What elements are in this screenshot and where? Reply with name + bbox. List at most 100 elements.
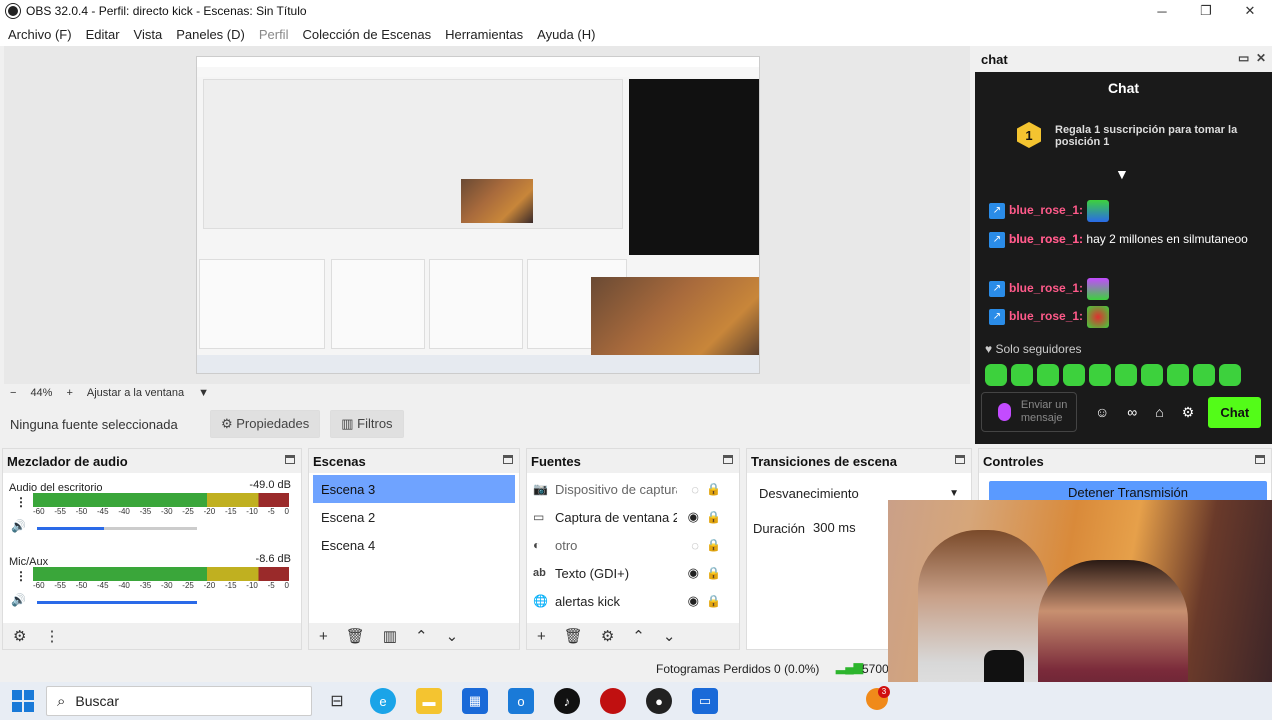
lock-icon[interactable]: 🔒: [706, 510, 721, 524]
source-item[interactable]: ab Texto (GDI+) ◉ 🔒: [527, 559, 739, 587]
lock-icon[interactable]: 🔒: [706, 482, 721, 496]
obs-icon[interactable]: ●: [646, 688, 672, 714]
zoom-out-button[interactable]: −: [10, 387, 16, 399]
channel-db: -8.6 dB: [255, 553, 291, 565]
properties-button[interactable]: ⚙ Propiedades: [210, 410, 321, 438]
emote-icon[interactable]: [985, 364, 1007, 386]
dock-float-icon[interactable]: [955, 455, 965, 464]
chat-username[interactable]: blue_rose_1:: [1009, 309, 1083, 323]
chat-username[interactable]: blue_rose_1:: [1009, 203, 1083, 217]
scenes-label: Escenas: [313, 453, 366, 469]
menu-view[interactable]: Vista: [130, 27, 167, 42]
chat-username[interactable]: blue_rose_1:: [1009, 232, 1083, 246]
move-up-icon[interactable]: ⌃: [632, 627, 645, 645]
visibility-hidden-icon[interactable]: ◌: [691, 538, 699, 553]
task-view-icon[interactable]: ⊟: [324, 688, 350, 714]
emote-icon[interactable]: [1219, 364, 1241, 386]
advanced-audio-gear-icon[interactable]: ⚙: [13, 627, 26, 645]
scene-item[interactable]: Escena 4: [313, 531, 515, 559]
minimize-button[interactable]: ─: [1140, 0, 1184, 22]
edge-browser-icon[interactable]: e: [370, 688, 396, 714]
lock-icon[interactable]: 🔒: [706, 594, 721, 608]
microphone-icon[interactable]: [998, 403, 1011, 421]
volume-slider[interactable]: [37, 601, 197, 604]
source-name: alertas kick: [555, 593, 621, 609]
remove-icon[interactable]: 🗑: [564, 627, 583, 645]
chat-username[interactable]: blue_rose_1:: [1009, 281, 1083, 295]
volume-slider[interactable]: [37, 527, 197, 530]
lock-icon[interactable]: 🔒: [706, 566, 721, 580]
visibility-icon[interactable]: ◉: [688, 509, 699, 525]
emote-icon[interactable]: [1141, 364, 1163, 386]
mixer-menu-icon[interactable]: ⋮: [44, 627, 59, 645]
visibility-hidden-icon[interactable]: ◌: [691, 482, 699, 497]
scene-item[interactable]: Escena 3: [313, 475, 515, 503]
settings-gear-icon[interactable]: ⚙: [1182, 404, 1195, 421]
emote-icon[interactable]: [1063, 364, 1085, 386]
record-app-icon[interactable]: [600, 688, 626, 714]
menu-file[interactable]: Archivo (F): [4, 27, 76, 42]
store-icon[interactable]: ⌂: [1155, 404, 1163, 420]
emote-icon[interactable]: [1037, 364, 1059, 386]
taskbar-search[interactable]: ⌕ Buscar: [46, 686, 312, 716]
remote-desktop-icon[interactable]: ▭: [692, 688, 718, 714]
source-item[interactable]: 📷 Dispositivo de captura ◌ 🔒: [527, 475, 739, 503]
dock-float-icon[interactable]: [285, 455, 295, 464]
emote-icon[interactable]: [1115, 364, 1137, 386]
emote-icon[interactable]: [1167, 364, 1189, 386]
infinity-icon[interactable]: ∞: [1127, 404, 1137, 420]
maximize-button[interactable]: ❐: [1184, 0, 1228, 22]
menu-help[interactable]: Ayuda (H): [533, 27, 599, 42]
move-down-icon[interactable]: ⌄: [663, 627, 676, 645]
filter-icon[interactable]: ▥: [383, 627, 397, 645]
channel-menu-icon[interactable]: ⋮: [15, 569, 27, 583]
emoji-icon[interactable]: ☺: [1095, 404, 1109, 420]
source-item[interactable]: ▭ Captura de ventana 2 ◉ 🔒: [527, 503, 739, 531]
lock-icon[interactable]: 🔒: [706, 538, 721, 552]
menu-edit[interactable]: Editar: [82, 27, 124, 42]
emote-icon[interactable]: [1089, 364, 1111, 386]
menu-scene-collection[interactable]: Colección de Escenas: [298, 27, 435, 42]
visibility-icon[interactable]: ◉: [688, 565, 699, 581]
filters-button[interactable]: ▥ Filtros: [330, 410, 404, 438]
windows-start-icon[interactable]: [12, 690, 34, 712]
move-down-icon[interactable]: ⌄: [446, 627, 459, 645]
dock-float-icon[interactable]: [723, 455, 733, 464]
source-item[interactable]: 🌐 alertas kick ◉ 🔒: [527, 587, 739, 615]
file-explorer-icon[interactable]: ▬: [416, 688, 442, 714]
add-icon[interactable]: +: [537, 628, 546, 645]
chat-message-input[interactable]: Enviar un mensaje: [981, 392, 1077, 432]
fit-window-label[interactable]: Ajustar a la ventana: [87, 387, 184, 399]
outlook-icon[interactable]: o: [508, 688, 534, 714]
menu-profile[interactable]: Perfil: [255, 27, 293, 42]
tiktok-icon[interactable]: ♪: [554, 688, 580, 714]
zoom-in-button[interactable]: +: [66, 387, 72, 399]
channel-menu-icon[interactable]: ⋮: [15, 495, 27, 509]
chat-scroll-down-icon[interactable]: ▼: [1115, 166, 1129, 182]
duration-input[interactable]: 300 ms: [809, 515, 899, 539]
emote-icon[interactable]: [1193, 364, 1215, 386]
emote-icon[interactable]: [1011, 364, 1033, 386]
speaker-icon[interactable]: 🔊: [11, 519, 26, 533]
zoom-dropdown-arrow[interactable]: ▼: [198, 387, 209, 399]
menu-tools[interactable]: Herramientas: [441, 27, 527, 42]
scene-item[interactable]: Escena 2: [313, 503, 515, 531]
chat-dock-controls[interactable]: ▭ ✕: [1238, 51, 1266, 65]
browser-source-icon: ◐: [533, 538, 541, 552]
move-up-icon[interactable]: ⌃: [415, 627, 428, 645]
speaker-icon[interactable]: 🔊: [11, 593, 26, 607]
visibility-icon[interactable]: ◉: [688, 593, 699, 609]
remove-icon[interactable]: 🗑: [346, 627, 365, 645]
menu-docks[interactable]: Paneles (D): [172, 27, 249, 42]
add-icon[interactable]: +: [319, 628, 328, 645]
properties-gear-icon[interactable]: ⚙: [601, 627, 614, 645]
program-preview[interactable]: [4, 46, 970, 384]
close-button[interactable]: ✕: [1228, 0, 1272, 22]
dock-float-icon[interactable]: [503, 455, 513, 464]
source-item[interactable]: ◐ otro ◌ 🔒: [527, 531, 739, 559]
send-chat-button[interactable]: Chat: [1208, 396, 1262, 428]
store-icon[interactable]: ▦: [462, 688, 488, 714]
dock-float-icon[interactable]: [1255, 455, 1265, 464]
scenes-footer: + 🗑 ▥ ⌃ ⌄: [309, 623, 519, 649]
preview-capture-image: [196, 56, 760, 374]
